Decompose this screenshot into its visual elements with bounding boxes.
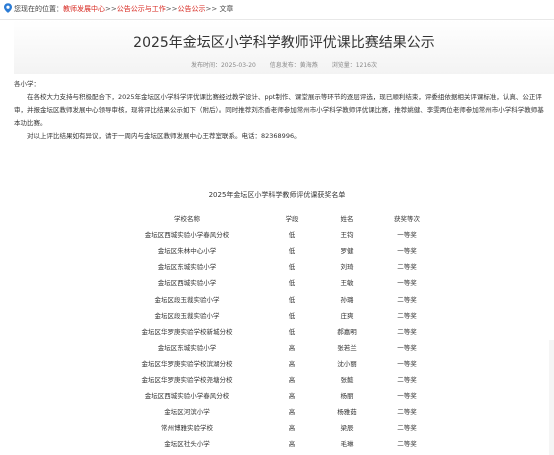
cell-school: 金坛区朱林中心小学 <box>157 247 217 256</box>
cell-name: 罗健 <box>340 247 354 256</box>
cell-level: 高 <box>288 375 296 384</box>
table-header-row: 学校名称 学段 姓名 获奖等次 <box>112 210 442 226</box>
breadcrumb-separator: >> <box>205 5 218 13</box>
column-header-name: 姓名 <box>340 215 354 224</box>
breadcrumb-separator: >> <box>165 5 178 13</box>
publish-time: 发布时间：2025-03-20 <box>190 62 256 69</box>
cell-level: 低 <box>288 263 296 272</box>
article-header: 2025年金坛区小学科学教师评优课比赛结果公示 发布时间：2025-03-20 … <box>14 20 554 74</box>
view-count: 浏览量：1216次 <box>331 62 377 69</box>
awards-table: 学校名称 学段 姓名 获奖等次 金坛区西城实验小学春风分校低王钧 一等奖 金坛区朱林… <box>112 210 442 451</box>
location-pin-icon <box>4 3 12 13</box>
table-row: 金坛区段玉裁实验小学 低 孙璐 二等奖 <box>112 290 442 306</box>
table-row: 金坛区段玉裁实验小学 低 庄爽 二等奖 <box>112 307 442 323</box>
cell-award: 一等奖 <box>397 247 417 256</box>
cell-school: 金坛区河滨小学 <box>164 408 210 417</box>
cell-school: 金坛区段玉裁实验小学 <box>154 295 220 304</box>
article-meta: 发布时间：2025-03-20 信息发布：黄海燕 浏览量：1216次 <box>14 60 554 69</box>
breadcrumb: 您现在的位置：教师发展中心>>公告公示与工作>>公告公示>> 文章 <box>0 0 554 18</box>
column-header-award: 获奖等次 <box>394 215 420 224</box>
scrollbar-track[interactable] <box>549 340 554 455</box>
cell-level: 高 <box>288 440 296 449</box>
cell-award: 二等奖 <box>397 327 417 336</box>
body-paragraph: 在各校大力支持与积极配合下，2025年金坛区小学科学评优课比赛经过教学设计、pp… <box>14 93 544 127</box>
column-header-school: 学校名称 <box>174 215 200 224</box>
cell-award: 一等奖 <box>397 343 417 352</box>
cell-school: 金坛区华罗庚实验学校滨湖分校 <box>141 359 233 368</box>
cell-school: 金坛区华罗庚实验学校新城分校 <box>141 327 233 336</box>
cell-school: 金坛区西城实验小学 <box>157 279 217 288</box>
cell-name: 刘琦 <box>340 263 354 272</box>
cell-school: 常州博雅实验学校 <box>161 424 213 433</box>
table-row: 金坛区西城实验小学春风分校 高 杨丽 一等奖 <box>112 387 442 403</box>
table-row: 金坛区东城实验小学 低 刘琦 二等奖 <box>112 258 442 274</box>
cell-school: 金坛区华罗庚实验学校尧塘分校 <box>141 375 233 384</box>
cell-school: 金坛区西城实验小学春风分校 <box>144 392 230 401</box>
cell-award: 二等奖 <box>397 440 417 449</box>
table-row: 金坛区河滨小学 高 杨雅茹 二等奖 <box>112 403 442 419</box>
cell-award: 二等奖 <box>397 375 417 384</box>
cell-name: 王钧 <box>340 231 354 240</box>
cell-name: 孙璐 <box>340 295 354 304</box>
cell-award: 一等奖 <box>397 279 417 288</box>
cell-award: 二等奖 <box>397 424 417 433</box>
cell-level: 高 <box>288 408 296 417</box>
cell-level: 低 <box>288 231 296 240</box>
cell-name: 杨雅茹 <box>337 408 357 417</box>
body-paragraph: 对以上评比结果如有异议，请于一周内与金坛区教师发展中心王荐室联系。电话：8236… <box>27 132 301 140</box>
cell-name: 张若兰 <box>337 343 357 352</box>
cell-award: 二等奖 <box>397 295 417 304</box>
cell-name: 毛琳 <box>340 440 354 449</box>
cell-school: 金坛区东城实验小学 <box>157 343 217 352</box>
table-row: 常州博雅实验学校 高 梁辰 二等奖 <box>112 419 442 435</box>
cell-level: 高 <box>288 359 296 368</box>
table-title: 2025年金坛区小学科学教师评优课获奖名单 <box>208 191 346 199</box>
cell-name: 张懿 <box>340 375 354 384</box>
cell-name: 王敏 <box>340 279 354 288</box>
table-row: 金坛区华罗庚实验学校滨湖分校 高 沈小丽 一等奖 <box>112 355 442 371</box>
cell-name: 沈小丽 <box>337 359 357 368</box>
article-body: 各小学： 在各校大力支持与积极配合下，2025年金坛区小学科学评优课比赛经过教学… <box>14 78 544 143</box>
table-row: 金坛区西城实验小学 低 王敏 一等奖 <box>112 274 442 290</box>
breadcrumb-current: 文章 <box>219 5 234 13</box>
cell-name: 梁辰 <box>340 424 354 433</box>
greeting: 各小学： <box>14 80 40 88</box>
cell-name: 杨丽 <box>340 392 354 401</box>
cell-award: 一等奖 <box>397 392 417 401</box>
breadcrumb-link-announcements-work[interactable]: 公告公示与工作 <box>117 5 166 13</box>
page-title: 2025年金坛区小学科学教师评优课比赛结果公示 <box>133 35 435 51</box>
cell-award: 二等奖 <box>397 311 417 320</box>
cell-level: 低 <box>288 247 296 256</box>
cell-award: 一等奖 <box>397 359 417 368</box>
cell-level: 高 <box>288 392 296 401</box>
cell-level: 低 <box>288 279 296 288</box>
cell-school: 金坛区东城实验小学 <box>157 263 217 272</box>
column-header-level: 学段 <box>285 215 299 224</box>
table-row: 金坛区东城实验小学 高 张若兰 一等奖 <box>112 339 442 355</box>
cell-award: 二等奖 <box>397 408 417 417</box>
breadcrumb-separator: >> <box>105 5 117 13</box>
cell-level: 低 <box>288 327 296 336</box>
cell-name: 郝嘉明 <box>337 327 357 336</box>
table-row: 金坛区朱林中心小学 低 罗健 一等奖 <box>112 242 442 258</box>
cell-school: 金坛区社头小学 <box>164 440 210 449</box>
table-row: 金坛区华罗庚实验学校尧塘分校 高 张懿 二等奖 <box>112 371 442 387</box>
cell-school: 金坛区西城实验小学春风分校 <box>144 231 230 240</box>
cell-level: 低 <box>288 295 296 304</box>
cell-level: 低 <box>288 311 296 320</box>
cell-name: 庄爽 <box>340 311 354 320</box>
cell-level: 高 <box>288 343 296 352</box>
publisher: 信息发布：黄海燕 <box>269 62 318 69</box>
breadcrumb-link-announcements[interactable]: 公告公示 <box>177 5 205 13</box>
table-row: 金坛区西城实验小学春风分校 低 王钧 一等奖 <box>112 226 442 242</box>
breadcrumb-prefix: 您现在的位置： <box>14 5 63 13</box>
table-row: 金坛区社头小学 高 毛琳 二等奖 <box>112 435 442 451</box>
breadcrumb-link-teacher-center[interactable]: 教师发展中心 <box>63 5 105 13</box>
cell-school: 金坛区段玉裁实验小学 <box>154 311 220 320</box>
cell-level: 高 <box>288 424 296 433</box>
table-row: 金坛区华罗庚实验学校新城分校 低 郝嘉明 二等奖 <box>112 323 442 339</box>
cell-award: 二等奖 <box>397 263 417 272</box>
cell-award: 一等奖 <box>397 231 417 240</box>
